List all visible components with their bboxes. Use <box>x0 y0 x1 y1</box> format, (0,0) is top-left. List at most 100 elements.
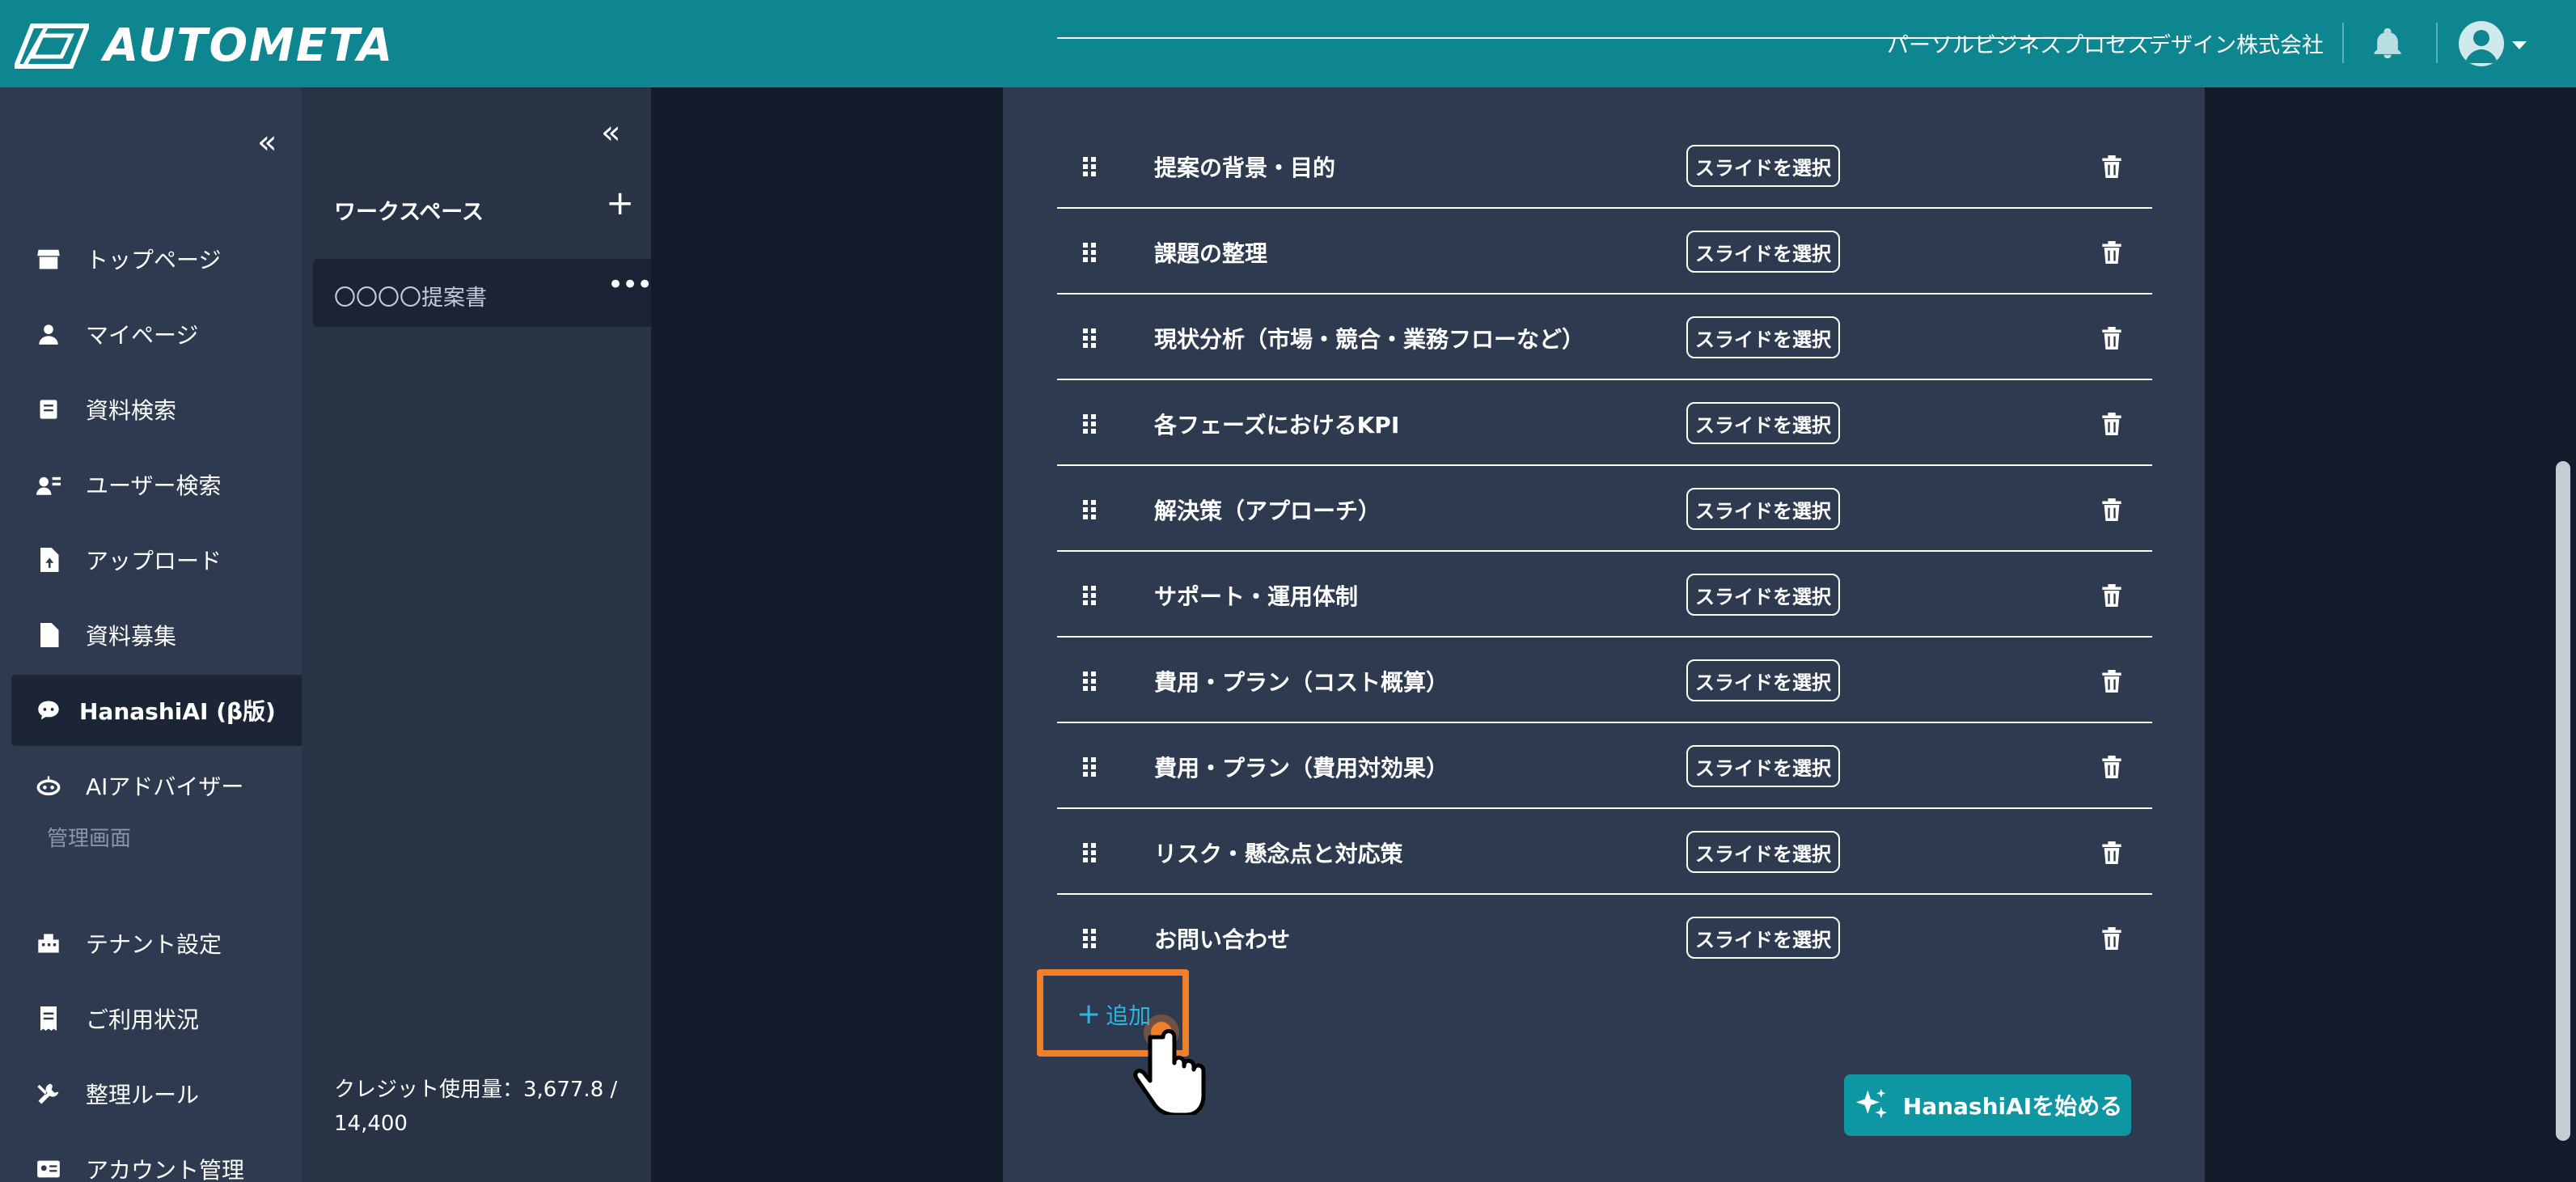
logo-mark-icon <box>15 23 89 69</box>
outline-row: 提案の背景・目的 スライドを選択 <box>1057 123 2152 209</box>
trash-icon[interactable] <box>2102 241 2121 267</box>
trash-icon[interactable] <box>2102 155 2121 181</box>
select-slide-button[interactable]: スライドを選択 <box>1686 745 1840 787</box>
sidebar-item-label: マイページ <box>86 322 199 349</box>
trash-icon[interactable] <box>2102 327 2121 353</box>
plus-icon: + <box>1077 998 1102 1031</box>
tools-icon <box>36 1081 61 1107</box>
select-slide-button[interactable]: スライドを選択 <box>1686 231 1840 273</box>
sidebar-item-account-management[interactable]: アカウント管理 <box>11 1133 302 1182</box>
logo-text: AUTOMETA <box>104 19 395 72</box>
sidebar: « トップページ マイページ 資料検索 ユーザー検索 アップロード 資料募集 H… <box>0 87 302 1182</box>
workspace-item-label: 〇〇〇〇提案書 <box>334 286 487 311</box>
credit-usage-label: クレジット使用量：3,677.8 / <box>334 1078 618 1102</box>
sidebar-item-hanashiai[interactable]: HanashiAI (β版) <box>11 675 302 746</box>
outline-row: 各フェーズにおけるKPI スライドを選択 <box>1057 380 2152 466</box>
trash-icon[interactable] <box>2102 756 2121 782</box>
outline-row-title[interactable]: 各フェーズにおけるKPI <box>1154 408 1399 440</box>
document-search-icon <box>36 396 61 422</box>
trash-icon[interactable] <box>2102 498 2121 524</box>
select-slide-button[interactable]: スライドを選択 <box>1686 145 1840 187</box>
file-icon <box>36 622 61 648</box>
outline-row-title[interactable]: 費用・プラン（費用対効果） <box>1154 751 1449 783</box>
sidebar-item-my-page[interactable]: マイページ <box>11 299 302 370</box>
robot-icon <box>36 773 61 799</box>
sidebar-item-usage[interactable]: ご利用状況 <box>11 983 302 1054</box>
outline-row: 現状分析（市場・競合・業務フローなど） スライドを選択 <box>1057 294 2152 380</box>
sidebar-item-top-page[interactable]: トップページ <box>11 223 302 294</box>
sidebar-item-label: AIアドバイザー <box>86 773 244 800</box>
outline-row-title[interactable]: 費用・プラン（コスト概算） <box>1154 665 1449 697</box>
hand-cursor-icon <box>1132 1010 1221 1118</box>
drag-handle-icon[interactable] <box>1081 243 1098 265</box>
start-hanashiai-button[interactable]: HanashiAIを始める <box>1844 1074 2131 1136</box>
header-divider <box>2436 23 2438 63</box>
drag-handle-icon[interactable] <box>1081 843 1098 866</box>
trash-icon[interactable] <box>2102 584 2121 610</box>
drag-handle-icon[interactable] <box>1081 671 1098 694</box>
select-slide-button[interactable]: スライドを選択 <box>1686 574 1840 616</box>
avatar[interactable] <box>2459 21 2504 66</box>
select-slide-button[interactable]: スライドを選択 <box>1686 917 1840 959</box>
select-slide-button[interactable]: スライドを選択 <box>1686 659 1840 701</box>
select-slide-button[interactable]: スライドを選択 <box>1686 831 1840 873</box>
trash-icon[interactable] <box>2102 927 2121 953</box>
chat-bot-icon <box>36 697 61 723</box>
trash-icon[interactable] <box>2102 413 2121 438</box>
sidebar-item-organize-rules[interactable]: 整理ルール <box>11 1058 302 1129</box>
select-slide-button[interactable]: スライドを選択 <box>1686 488 1840 530</box>
sidebar-item-label: 資料検索 <box>86 397 177 424</box>
sidebar-item-document-collection[interactable]: 資料募集 <box>11 599 302 671</box>
sidebar-item-label: アップロード <box>86 548 222 574</box>
drag-handle-icon[interactable] <box>1081 757 1098 780</box>
add-workspace-icon[interactable]: + <box>606 183 634 222</box>
outline-row-title[interactable]: お問い合わせ <box>1154 922 1290 955</box>
autometa-logo[interactable]: AUTOMETA <box>15 19 394 72</box>
sidebar-item-label: ご利用状況 <box>86 1006 200 1033</box>
app-header: AUTOMETA パーソルビジネスプロセスデザイン株式会社 <box>0 0 2576 87</box>
outline-row-title[interactable]: 解決策（アプローチ） <box>1154 494 1381 526</box>
bell-icon[interactable] <box>2370 26 2405 65</box>
collapse-workspace-icon[interactable]: « <box>601 117 620 149</box>
outline-row-title[interactable]: サポート・運用体制 <box>1154 579 1358 612</box>
outline-row: リスク・懸念点と対応策 スライドを選択 <box>1057 809 2152 895</box>
select-slide-button[interactable]: スライドを選択 <box>1686 402 1840 444</box>
drag-handle-icon[interactable] <box>1081 929 1098 951</box>
sidebar-item-document-search[interactable]: 資料検索 <box>11 374 302 445</box>
sidebar-item-label: アカウント管理 <box>86 1157 245 1182</box>
outline-row-title[interactable]: 課題の整理 <box>1154 236 1267 269</box>
sidebar-item-label: テナント設定 <box>86 931 222 958</box>
select-slide-button[interactable]: スライドを選択 <box>1686 316 1840 358</box>
outline-row-title[interactable]: リスク・懸念点と対応策 <box>1154 837 1402 869</box>
drag-handle-icon[interactable] <box>1081 157 1098 180</box>
company-name: パーソルビジネスプロセスデザイン株式会社 <box>1887 33 2324 58</box>
trash-icon[interactable] <box>2102 670 2121 696</box>
drag-handle-icon[interactable] <box>1081 328 1098 351</box>
id-card-icon <box>36 1156 61 1182</box>
more-options-icon[interactable]: ••• <box>607 269 653 301</box>
chevron-down-icon[interactable] <box>2510 39 2528 54</box>
start-hanashiai-label: HanashiAIを始める <box>1902 1093 2123 1120</box>
outline-row: お問い合わせ スライドを選択 <box>1057 895 2152 981</box>
scrollbar[interactable] <box>2556 461 2570 1141</box>
sidebar-item-upload[interactable]: アップロード <box>11 524 302 595</box>
sidebar-item-tenant-settings[interactable]: テナント設定 <box>11 908 302 979</box>
workspace-item[interactable]: 〇〇〇〇提案書 ••• <box>313 259 653 327</box>
outline-row-title[interactable]: 提案の背景・目的 <box>1154 150 1335 183</box>
header-divider <box>2342 23 2344 63</box>
trash-icon[interactable] <box>2102 841 2121 867</box>
outline-row: サポート・運用体制 スライドを選択 <box>1057 552 2152 638</box>
drag-handle-icon[interactable] <box>1081 500 1098 523</box>
outline-row: 課題の整理 スライドを選択 <box>1057 209 2152 294</box>
workspace-panel: « ワークスペース + 〇〇〇〇提案書 ••• クレジット使用量：3,677.8… <box>302 87 653 1182</box>
drag-handle-icon[interactable] <box>1081 414 1098 437</box>
sidebar-item-user-search[interactable]: ユーザー検索 <box>11 449 302 520</box>
sidebar-item-ai-advisor[interactable]: AIアドバイザー <box>11 750 302 821</box>
sidebar-item-label: 資料募集 <box>86 623 177 650</box>
building-icon <box>36 930 61 956</box>
drag-handle-icon[interactable] <box>1081 586 1098 608</box>
outline-row-title[interactable]: 現状分析（市場・競合・業務フローなど） <box>1154 322 1584 354</box>
collapse-sidebar-icon[interactable]: « <box>257 126 277 159</box>
person-icon <box>36 321 61 347</box>
sparkle-icon <box>1855 1088 1887 1119</box>
